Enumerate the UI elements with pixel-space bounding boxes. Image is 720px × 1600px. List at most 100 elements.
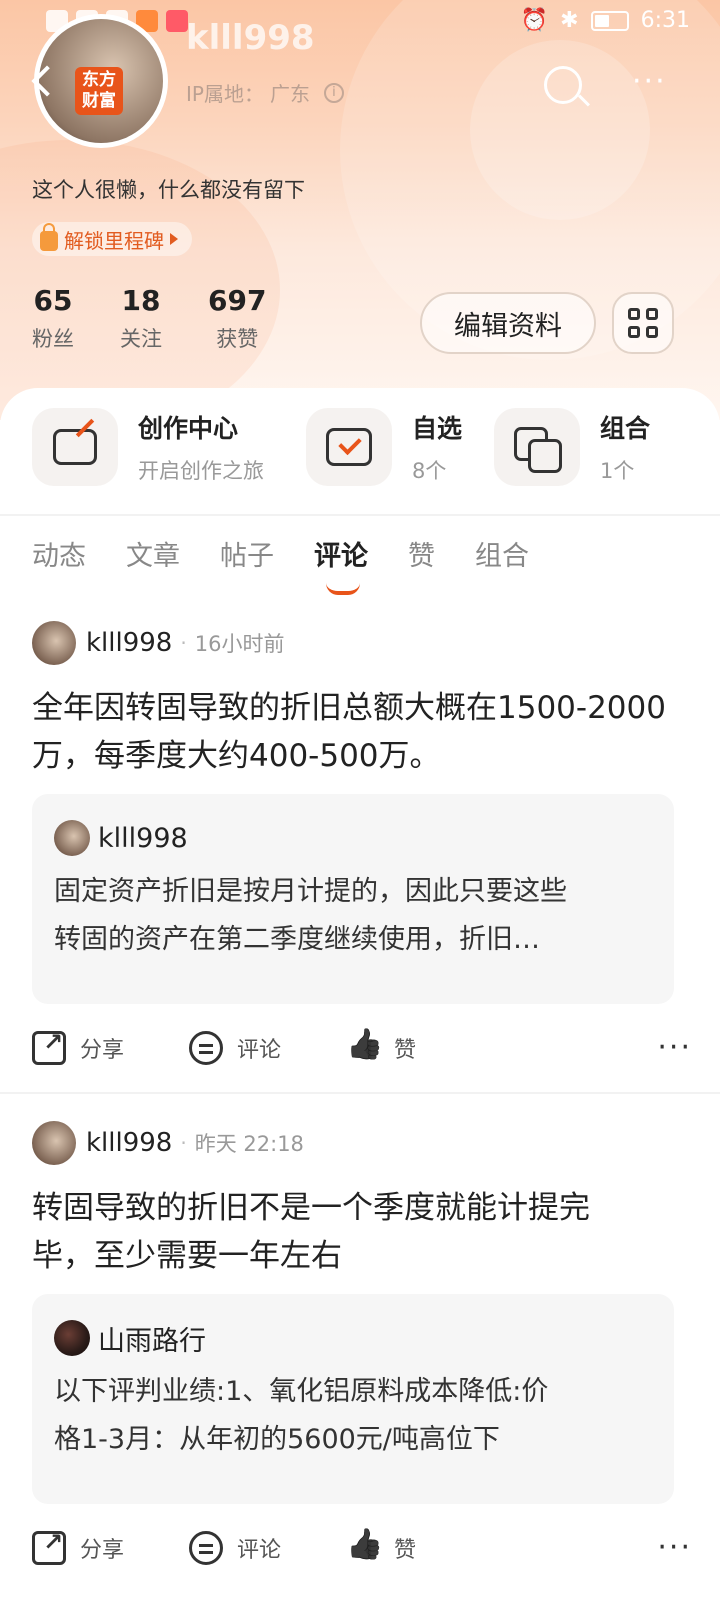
like-button[interactable]: 赞 <box>346 1531 503 1565</box>
share-icon <box>32 1528 66 1565</box>
quoted-author: 山雨路行 <box>98 1325 206 1357</box>
share-button[interactable]: 分享 <box>32 1528 189 1565</box>
shortcut-watchlist[interactable]: 自选 8个 <box>306 408 462 486</box>
milestone-button[interactable]: 解锁里程碑 <box>32 222 192 256</box>
stat-label: 获赞 <box>216 327 259 351</box>
share-label: 分享 <box>80 1538 125 1563</box>
more-icon[interactable]: ··· <box>632 67 667 97</box>
comment-author[interactable]: klll998 <box>86 628 172 658</box>
portfolio-icon <box>494 408 580 486</box>
quoted-header: klll998 <box>54 820 652 856</box>
arrow-right-icon <box>170 233 178 245</box>
comment-button[interactable]: 评论 <box>189 1031 346 1065</box>
quoted-header: 山雨路行 <box>54 1320 652 1357</box>
shortcut-portfolio[interactable]: 组合 1个 <box>494 408 650 486</box>
more-icon[interactable]: ··· <box>657 1033 692 1063</box>
comment-meta: klll998 · 16小时前 <box>32 620 284 666</box>
stat-value: 697 <box>208 284 267 317</box>
comment-author[interactable]: klll998 <box>86 1128 172 1158</box>
tab-comments[interactable]: 评论 <box>314 534 368 595</box>
comment-text[interactable]: 转固导致的折旧不是一个季度就能计提完毕，至少需要一年左右 <box>32 1184 642 1280</box>
comment-time: 16小时前 <box>194 632 285 656</box>
quoted-post[interactable]: klll998 固定资产折旧是按月计提的，因此只要这些 转固的资产在第二季度继续… <box>32 794 674 1004</box>
meta-separator: · <box>180 1131 187 1155</box>
like-label: 赞 <box>394 1538 417 1563</box>
comment-label: 评论 <box>237 1038 282 1063</box>
comment-card[interactable]: klll998 · 昨天 22:18 转固导致的折旧不是一个季度就能计提完毕，至… <box>0 1120 720 1600</box>
stat-label: 关注 <box>120 327 162 351</box>
stat-likes[interactable]: 697 获赞 <box>208 284 266 353</box>
comment-time: 昨天 22:18 <box>194 1132 304 1156</box>
bio: 这个人很懒，什么都没有留下 <box>32 178 305 202</box>
bluetooth-icon: ✱ <box>560 8 579 33</box>
divider <box>0 514 720 516</box>
like-button[interactable]: 赞 <box>346 1031 503 1065</box>
share-icon <box>32 1028 66 1065</box>
clock: 6:31 <box>640 8 690 33</box>
stat-followers[interactable]: 65 粉丝 <box>32 284 74 353</box>
more-icon[interactable]: ··· <box>657 1533 692 1563</box>
comment-label: 评论 <box>237 1538 282 1563</box>
comment-card[interactable]: klll998 · 16小时前 全年因转固导致的折旧总额大概在1500-2000… <box>0 620 720 1100</box>
share-label: 分享 <box>80 1038 125 1063</box>
qr-code-button[interactable] <box>612 292 674 354</box>
comment-icon <box>189 1531 223 1565</box>
quoted-text-line: 固定资产折旧是按月计提的，因此只要这些 <box>54 876 567 907</box>
quoted-author: klll998 <box>98 822 188 854</box>
stat-value: 65 <box>33 284 73 317</box>
shortcut-title: 组合 <box>600 414 651 443</box>
avatar <box>54 820 90 856</box>
action-bar: 分享 评论 赞 ··· <box>32 1528 692 1568</box>
shortcut-subtitle: 开启创作之旅 <box>138 459 264 483</box>
quoted-text-line: 以下评判业绩:1、氧化铝原料成本降低:价 <box>54 1376 549 1407</box>
ip-label: IP属地： <box>186 82 264 106</box>
share-button[interactable]: 分享 <box>32 1028 189 1065</box>
shortcut-title: 创作中心 <box>138 414 239 443</box>
thumbs-up-icon <box>346 1531 380 1565</box>
shortcut-creation-center[interactable]: 创作中心 开启创作之旅 <box>32 408 264 486</box>
comment-icon <box>189 1031 223 1065</box>
milestone-label: 解锁里程碑 <box>64 228 164 253</box>
ip-value: 广东 <box>269 82 310 106</box>
qr-code-icon <box>628 308 658 338</box>
action-bar: 分享 评论 赞 ··· <box>32 1028 692 1068</box>
tab-portfolios[interactable]: 组合 <box>475 534 529 573</box>
stat-value: 18 <box>121 284 161 317</box>
content-tabs: 动态 文章 帖子 评论 赞 组合 <box>32 534 529 595</box>
lock-icon <box>40 223 58 251</box>
alarm-icon: ⏰ <box>520 8 549 33</box>
tab-posts[interactable]: 帖子 <box>220 534 274 573</box>
thumbs-up-icon <box>346 1031 380 1065</box>
ip-location: IP属地： 广东 i <box>186 78 344 107</box>
profile-stats: 65 粉丝 18 关注 697 获赞 <box>32 284 266 353</box>
watchlist-check-icon <box>306 408 392 486</box>
info-icon[interactable]: i <box>323 82 344 103</box>
content-panel: 创作中心 开启创作之旅 自选 8个 组合 1个 动态 文章 帖子 评论 赞 组合 <box>0 388 720 1600</box>
tab-updates[interactable]: 动态 <box>32 534 86 573</box>
tab-articles[interactable]: 文章 <box>126 534 180 573</box>
system-status: ⏰ ✱ 6:31 <box>521 8 690 33</box>
divider <box>0 1092 720 1094</box>
quoted-post[interactable]: 山雨路行 以下评判业绩:1、氧化铝原料成本降低:价 格1-3月：从年初的5600… <box>32 1294 674 1504</box>
avatar <box>54 1320 90 1356</box>
profile-username: klll998 <box>186 18 315 58</box>
avatar[interactable] <box>32 621 76 665</box>
comment-button[interactable]: 评论 <box>189 1531 346 1565</box>
avatar[interactable] <box>32 1121 76 1165</box>
creation-center-icon <box>32 408 118 486</box>
meta-separator: · <box>180 631 187 655</box>
stat-label: 粉丝 <box>32 327 74 351</box>
eastmoney-logo: 东方 财富 <box>75 67 123 115</box>
shopping-app-icon <box>166 10 188 32</box>
quoted-text-line: 格1-3月：从年初的5600元/吨高位下 <box>54 1424 500 1455</box>
battery-icon <box>590 10 629 31</box>
shortcut-title: 自选 <box>412 414 463 443</box>
shortcut-subtitle: 1个 <box>600 459 635 483</box>
tab-likes[interactable]: 赞 <box>408 534 435 573</box>
comment-text[interactable]: 全年因转固导致的折旧总额大概在1500-2000万，每季度大约400-500万。 <box>32 684 688 780</box>
stat-following[interactable]: 18 关注 <box>120 284 162 353</box>
shortcuts-row: 创作中心 开启创作之旅 自选 8个 组合 1个 <box>0 408 720 508</box>
edit-profile-button[interactable]: 编辑资料 <box>420 292 596 354</box>
search-icon[interactable] <box>544 66 582 104</box>
quoted-text-line: 转固的资产在第二季度继续使用，折旧… <box>54 924 540 955</box>
